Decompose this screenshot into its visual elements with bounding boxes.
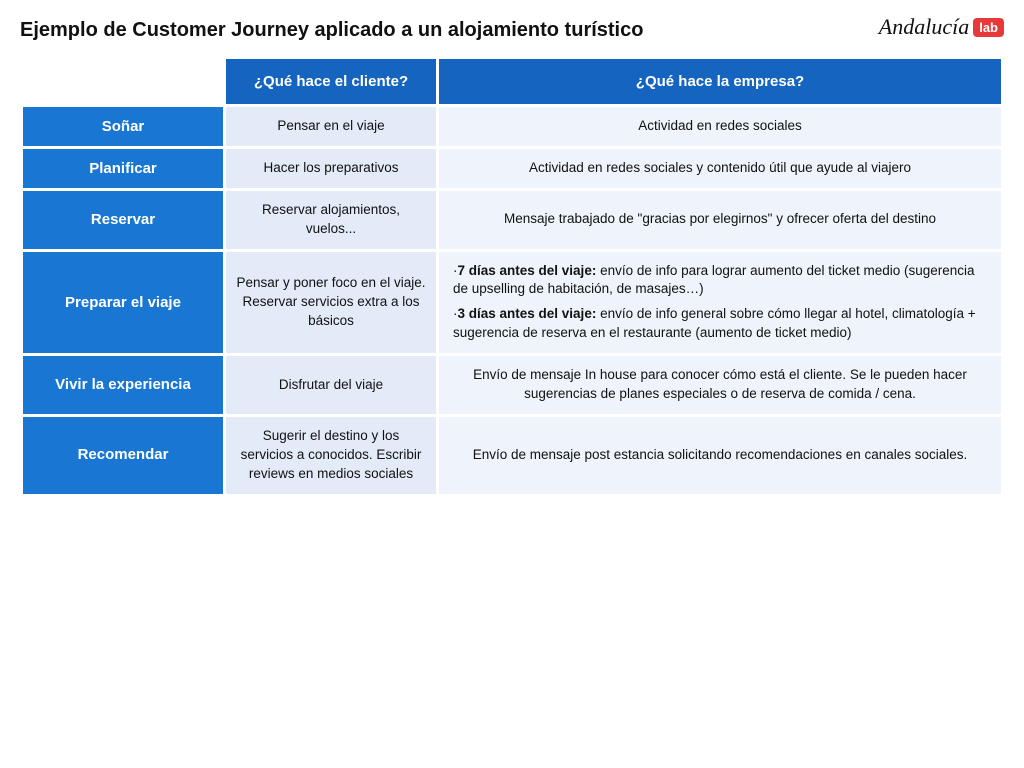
table-row: RecomendarSugerir el destino y los servi… (23, 417, 1001, 494)
table-row: PlanificarHacer los preparativosActivida… (23, 149, 1001, 188)
stage-cell: Recomendar (23, 417, 223, 494)
client-cell: Sugerir el destino y los servicios a con… (226, 417, 436, 494)
customer-journey-table: ¿Qué hace el cliente? ¿Qué hace la empre… (20, 56, 1004, 497)
logo-area: Andalucía lab (879, 14, 1004, 40)
stage-cell: Planificar (23, 149, 223, 188)
page-title: Ejemplo de Customer Journey aplicado a u… (20, 18, 1004, 42)
header-empty (23, 59, 223, 104)
client-cell: Hacer los preparativos (226, 149, 436, 188)
company-cell: ·7 días antes del viaje: envío de info p… (439, 252, 1001, 354)
table-row: SoñarPensar en el viajeActividad en rede… (23, 107, 1001, 146)
company-cell: Actividad en redes sociales (439, 107, 1001, 146)
logo-lab: lab (973, 18, 1004, 37)
stage-cell: Preparar el viaje (23, 252, 223, 354)
stage-cell: Reservar (23, 191, 223, 249)
company-cell: Envío de mensaje In house para conocer c… (439, 356, 1001, 414)
header-client: ¿Qué hace el cliente? (226, 59, 436, 104)
table-row: Preparar el viajePensar y poner foco en … (23, 252, 1001, 354)
client-cell: Disfrutar del viaje (226, 356, 436, 414)
stage-cell: Soñar (23, 107, 223, 146)
logo-main: Andalucía (879, 14, 969, 40)
stage-cell: Vivir la experiencia (23, 356, 223, 414)
table-row: Vivir la experienciaDisfrutar del viajeE… (23, 356, 1001, 414)
company-cell: Envío de mensaje post estancia solicitan… (439, 417, 1001, 494)
client-cell: Reservar alojamientos, vuelos... (226, 191, 436, 249)
client-cell: Pensar en el viaje (226, 107, 436, 146)
header-company: ¿Qué hace la empresa? (439, 59, 1001, 104)
table-row: ReservarReservar alojamientos, vuelos...… (23, 191, 1001, 249)
company-cell: Actividad en redes sociales y contenido … (439, 149, 1001, 188)
company-cell: Mensaje trabajado de "gracias por elegir… (439, 191, 1001, 249)
client-cell: Pensar y poner foco en el viaje. Reserva… (226, 252, 436, 354)
